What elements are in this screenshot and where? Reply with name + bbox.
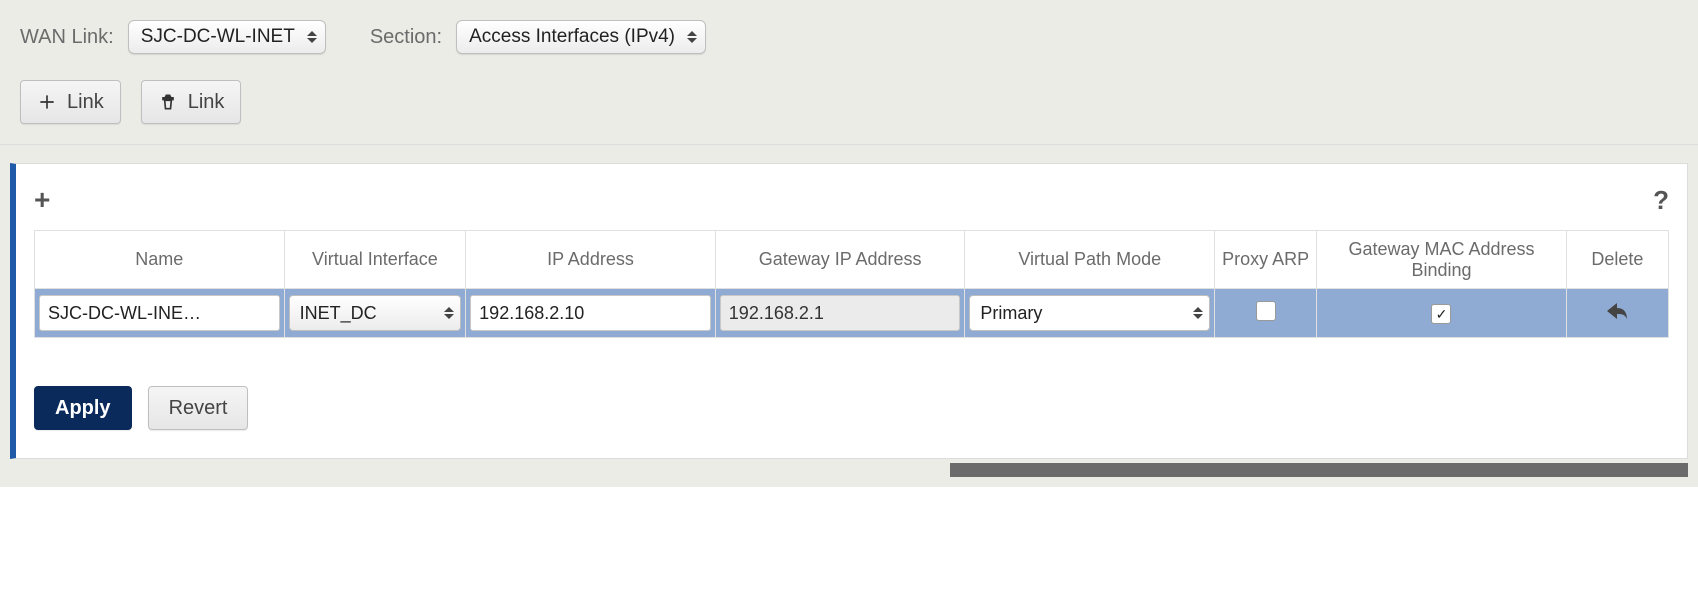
add-row-button[interactable]: + <box>34 184 50 216</box>
trash-icon <box>158 92 178 112</box>
chevron-updown-icon <box>1193 307 1203 319</box>
row-virtual-interface-select[interactable]: INET_DC <box>289 295 462 331</box>
th-gateway-mac-binding: Gateway MAC Address Binding <box>1317 231 1567 289</box>
add-link-button[interactable]: Link <box>20 80 121 124</box>
th-name: Name <box>35 231 285 289</box>
th-virtual-interface: Virtual Interface <box>284 231 466 289</box>
apply-button[interactable]: Apply <box>34 386 132 430</box>
access-interfaces-table: Name Virtual Interface IP Address Gatewa… <box>34 230 1669 338</box>
delete-link-button[interactable]: Link <box>141 80 242 124</box>
row-gateway-ip-input[interactable] <box>720 295 961 331</box>
th-virtual-path-mode: Virtual Path Mode <box>965 231 1215 289</box>
help-icon[interactable]: ? <box>1653 185 1669 216</box>
wan-link-select-value: SJC-DC-WL-INET <box>141 26 295 48</box>
th-gateway-ip: Gateway IP Address <box>715 231 965 289</box>
section-select[interactable]: Access Interfaces (IPv4) <box>456 20 706 54</box>
th-delete: Delete <box>1566 231 1668 289</box>
add-link-label: Link <box>67 91 104 114</box>
plus-icon <box>37 92 57 112</box>
row-gateway-mac-binding-checkbox[interactable]: ✓ <box>1431 304 1451 324</box>
row-proxy-arp-checkbox[interactable] <box>1256 301 1276 321</box>
toolbar-row: Link Link <box>20 80 1678 124</box>
table-row: INET_DC Primary <box>35 289 1669 338</box>
th-proxy-arp: Proxy ARP <box>1215 231 1317 289</box>
table-header-row: Name Virtual Interface IP Address Gatewa… <box>35 231 1669 289</box>
scrollbar-track <box>10 463 950 477</box>
content-area: + ? Name Virtual Interface IP Address Ga… <box>0 145 1698 487</box>
access-interfaces-panel: + ? Name Virtual Interface IP Address Ga… <box>10 163 1688 459</box>
footer-buttons: Apply Revert <box>34 386 1669 430</box>
chevron-updown-icon <box>307 31 317 43</box>
wan-link-label: WAN Link: <box>20 26 114 49</box>
row-revert-icon[interactable] <box>1605 299 1629 326</box>
filter-row: WAN Link: SJC-DC-WL-INET Section: Access… <box>20 20 1678 54</box>
chevron-updown-icon <box>687 31 697 43</box>
section-select-value: Access Interfaces (IPv4) <box>469 26 675 48</box>
row-name-input[interactable] <box>39 295 280 331</box>
scrollbar-thumb[interactable] <box>950 463 1688 477</box>
row-ip-address-input[interactable] <box>470 295 711 331</box>
revert-button[interactable]: Revert <box>148 386 249 430</box>
row-virtual-path-mode-select[interactable]: Primary <box>969 295 1210 331</box>
section-label: Section: <box>370 26 442 49</box>
th-ip-address: IP Address <box>466 231 716 289</box>
delete-link-label: Link <box>188 91 225 114</box>
header-bar: WAN Link: SJC-DC-WL-INET Section: Access… <box>0 0 1698 145</box>
chevron-updown-icon <box>444 307 454 319</box>
row-virtual-path-mode-value: Primary <box>980 303 1042 324</box>
row-virtual-interface-value: INET_DC <box>300 303 377 324</box>
horizontal-scrollbar[interactable] <box>10 463 1688 477</box>
wan-link-select[interactable]: SJC-DC-WL-INET <box>128 20 326 54</box>
